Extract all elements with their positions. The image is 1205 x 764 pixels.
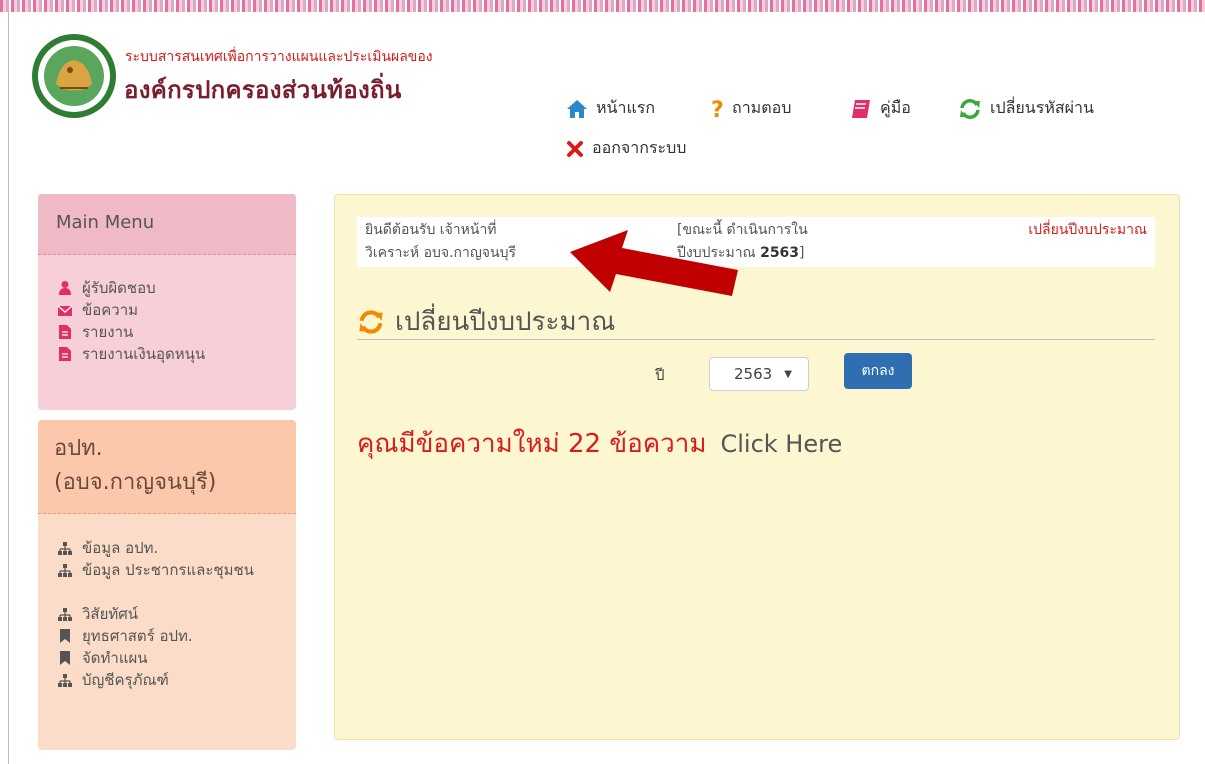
divider	[357, 339, 1155, 340]
sidebar-item-make-plan[interactable]: จัดทำแผน	[58, 648, 148, 668]
year-label: ปี	[655, 366, 665, 384]
nav-manual-label: คู่มือ	[880, 98, 911, 117]
nav-home-link[interactable]: หน้าแรก	[566, 96, 655, 121]
sidebar-item-responsible[interactable]: ผู้รับผิดชอบ	[58, 278, 156, 298]
book-icon	[852, 99, 870, 118]
bookmark-icon	[60, 629, 70, 643]
sidebar-item-label: ข้อความ	[82, 301, 139, 319]
new-message-text: คุณมีข้อความใหม่ 22 ข้อความ	[357, 429, 707, 459]
nav-change-password-link[interactable]: เปลี่ยนรหัสผ่าน	[958, 96, 1094, 121]
nav-logout-label: ออกจากระบบ	[592, 138, 687, 157]
status-year: 2563	[760, 245, 800, 261]
fiscal-year-select[interactable]: 2563 ▼	[709, 357, 809, 391]
organization-title: อปท. (อบจ.กาญจนบุรี)	[54, 432, 284, 500]
nav-change-password-label: เปลี่ยนรหัสผ่าน	[990, 98, 1094, 117]
site-title: องค์กรปกครองส่วนท้องถิ่น	[124, 76, 402, 104]
sidebar-item-label: ข้อมูล ประชากรและชุมชน	[82, 561, 254, 579]
sidebar-item-label: วิสัยทัศน์	[82, 605, 139, 623]
click-here-link[interactable]: Click Here	[720, 430, 842, 458]
sitemap-icon	[58, 564, 72, 577]
main-menu-title: Main Menu	[56, 212, 155, 233]
file-icon	[59, 325, 71, 339]
sidebar-item-label: จัดทำแผน	[82, 649, 148, 667]
sidebar-item-label: บัญชีครุภัณฑ์	[82, 671, 169, 689]
sidebar-item-label: รายงาน	[82, 323, 134, 341]
sidebar-item-label: รายงานเงินอุดหนุน	[82, 345, 206, 363]
sidebar-item-org-info[interactable]: ข้อมูล อปท.	[58, 538, 158, 558]
left-border-line	[8, 12, 9, 764]
department-logo	[30, 32, 118, 120]
confirm-button[interactable]: ตกลง	[844, 353, 912, 389]
site-subtitle: ระบบสารสนเทศเพื่อการวางแผนและประเมินผลขอ…	[125, 49, 433, 65]
sidebar-item-label: ยุทธศาสตร์ อปท.	[82, 627, 193, 645]
sitemap-icon	[58, 674, 72, 687]
organization-title-line2: (อบจ.กาญจนบุรี)	[54, 470, 217, 495]
sidebar-item-equipment[interactable]: บัญชีครุภัณฑ์	[58, 670, 169, 690]
fiscal-year-value: 2563	[734, 365, 773, 383]
welcome-text: ยินดีต้อนรับ เจ้าหน้าที่ วิเคราะห์ อบจ.ก…	[365, 219, 516, 265]
refresh-icon	[960, 98, 980, 119]
nav-logout-link[interactable]: ออกจากระบบ	[566, 136, 686, 161]
sidebar-item-label: ผู้รับผิดชอบ	[82, 279, 156, 297]
envelope-icon	[58, 305, 72, 316]
sidebar-item-report[interactable]: รายงาน	[58, 322, 133, 342]
sidebar-item-population[interactable]: ข้อมูล ประชากรและชุมชน	[58, 560, 268, 580]
sidebar-item-messages[interactable]: ข้อความ	[58, 300, 138, 320]
chevron-down-icon: ▼	[784, 369, 792, 380]
file-icon	[59, 347, 71, 361]
welcome-bar: ยินดีต้อนรับ เจ้าหน้าที่ วิเคราะห์ อบจ.ก…	[357, 217, 1155, 267]
new-message-notice: คุณมีข้อความใหม่ 22 ข้อความ Click Here	[357, 423, 842, 464]
sitemap-icon	[58, 608, 72, 621]
main-content-panel: ยินดีต้อนรับ เจ้าหน้าที่ วิเคราะห์ อบจ.ก…	[334, 194, 1180, 740]
sidebar-item-label: ข้อมูล อปท.	[82, 539, 159, 557]
user-icon	[59, 281, 71, 295]
home-icon	[567, 99, 587, 118]
refresh-icon	[359, 309, 383, 334]
change-fiscal-year-link[interactable]: เปลี่ยนปีงบประมาณ	[1028, 219, 1147, 241]
nav-faq-link[interactable]: ? ถามตอบ	[710, 96, 791, 121]
top-decorative-stripe	[0, 0, 1205, 12]
sidebar-item-subsidy-report[interactable]: รายงานเงินอุดหนุน	[58, 344, 205, 364]
main-menu-panel: Main Menu ผู้รับผิดชอบ ข้อความ รายงาน รา…	[38, 194, 296, 410]
annotation-arrow	[570, 230, 738, 296]
sidebar-item-strategy[interactable]: ยุทธศาสตร์ อปท.	[58, 626, 193, 646]
nav-home-label: หน้าแรก	[596, 98, 656, 117]
sitemap-icon	[58, 542, 72, 555]
question-icon: ?	[711, 98, 724, 120]
nav-manual-link[interactable]: คู่มือ	[850, 96, 911, 121]
organization-title-line1: อปท.	[54, 436, 103, 461]
nav-faq-label: ถามตอบ	[732, 98, 792, 117]
welcome-line1: ยินดีต้อนรับ เจ้าหน้าที่	[365, 222, 497, 238]
bookmark-icon	[60, 651, 70, 665]
welcome-line2: วิเคราะห์ อบจ.กาญจนบุรี	[365, 245, 516, 261]
organization-panel: อปท. (อบจ.กาญจนบุรี) ข้อมูล อปท. ข้อมูล …	[38, 420, 296, 750]
status-line2-suffix: ]	[799, 245, 805, 261]
sidebar-item-vision[interactable]: วิสัยทัศน์	[58, 604, 138, 624]
close-icon	[567, 140, 583, 157]
svg-text:?: ?	[711, 98, 724, 120]
